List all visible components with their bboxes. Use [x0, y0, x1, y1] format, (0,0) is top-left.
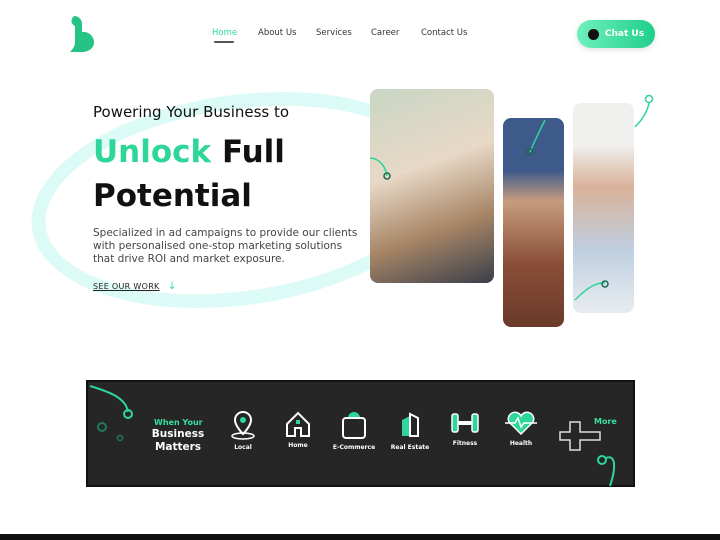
- nav-services[interactable]: Services: [316, 28, 352, 38]
- nav-home[interactable]: Home: [212, 28, 237, 38]
- headline-line2: Potential: [93, 178, 252, 214]
- house-icon: [286, 411, 310, 437]
- chat-label: Chat Us: [604, 29, 645, 39]
- nav-about[interactable]: About Us: [258, 28, 296, 38]
- category-real-estate[interactable]: Real Estate: [385, 410, 435, 451]
- category-ecommerce[interactable]: E-Commerce: [329, 410, 379, 451]
- band-title-big: Business Matters: [151, 428, 205, 453]
- decorative-lines: [370, 94, 654, 301]
- dumbbell-icon: [451, 413, 479, 433]
- category-label: Health: [509, 440, 533, 447]
- heart-pulse-icon: [505, 411, 537, 436]
- category-health[interactable]: Health: [496, 410, 546, 447]
- band-title-small: When Your: [154, 418, 203, 427]
- see-our-work-link[interactable]: SEE OUR WORK: [93, 282, 160, 291]
- chat-button[interactable]: Chat Us: [577, 20, 655, 48]
- hero-description: Specialized in ad campaigns to provide o…: [93, 227, 358, 265]
- hero-headline: Unlock Full Potential: [93, 130, 285, 218]
- map-pin-icon: [231, 410, 255, 440]
- category-label: E-Commerce: [332, 444, 376, 451]
- category-local[interactable]: Local: [218, 410, 268, 451]
- category-label: Local: [234, 444, 252, 451]
- category-home[interactable]: Home: [273, 410, 323, 449]
- building-icon: [402, 412, 419, 437]
- footer-bar: [0, 534, 720, 540]
- shopping-bag-icon: [342, 412, 366, 439]
- business-categories-band: When Your Business Matters Local Home E-…: [86, 380, 635, 487]
- category-fitness[interactable]: Fitness: [440, 410, 490, 447]
- headline-rest: Full: [221, 134, 285, 170]
- headline-accent: Unlock: [93, 134, 212, 170]
- logo[interactable]: [66, 14, 96, 54]
- arrow-down-icon: ↓: [168, 281, 177, 292]
- hero-kicker: Powering Your Business to: [93, 103, 290, 121]
- cta-label: SEE OUR WORK: [93, 282, 160, 291]
- active-underline: [214, 41, 234, 43]
- more-link[interactable]: More: [594, 417, 617, 426]
- nav-career[interactable]: Career: [371, 28, 399, 38]
- nav-contact[interactable]: Contact Us: [421, 28, 467, 38]
- category-label: Home: [288, 442, 308, 449]
- category-label: Fitness: [452, 440, 478, 447]
- chat-icon: [587, 28, 599, 40]
- category-label: Real Estate: [390, 444, 430, 451]
